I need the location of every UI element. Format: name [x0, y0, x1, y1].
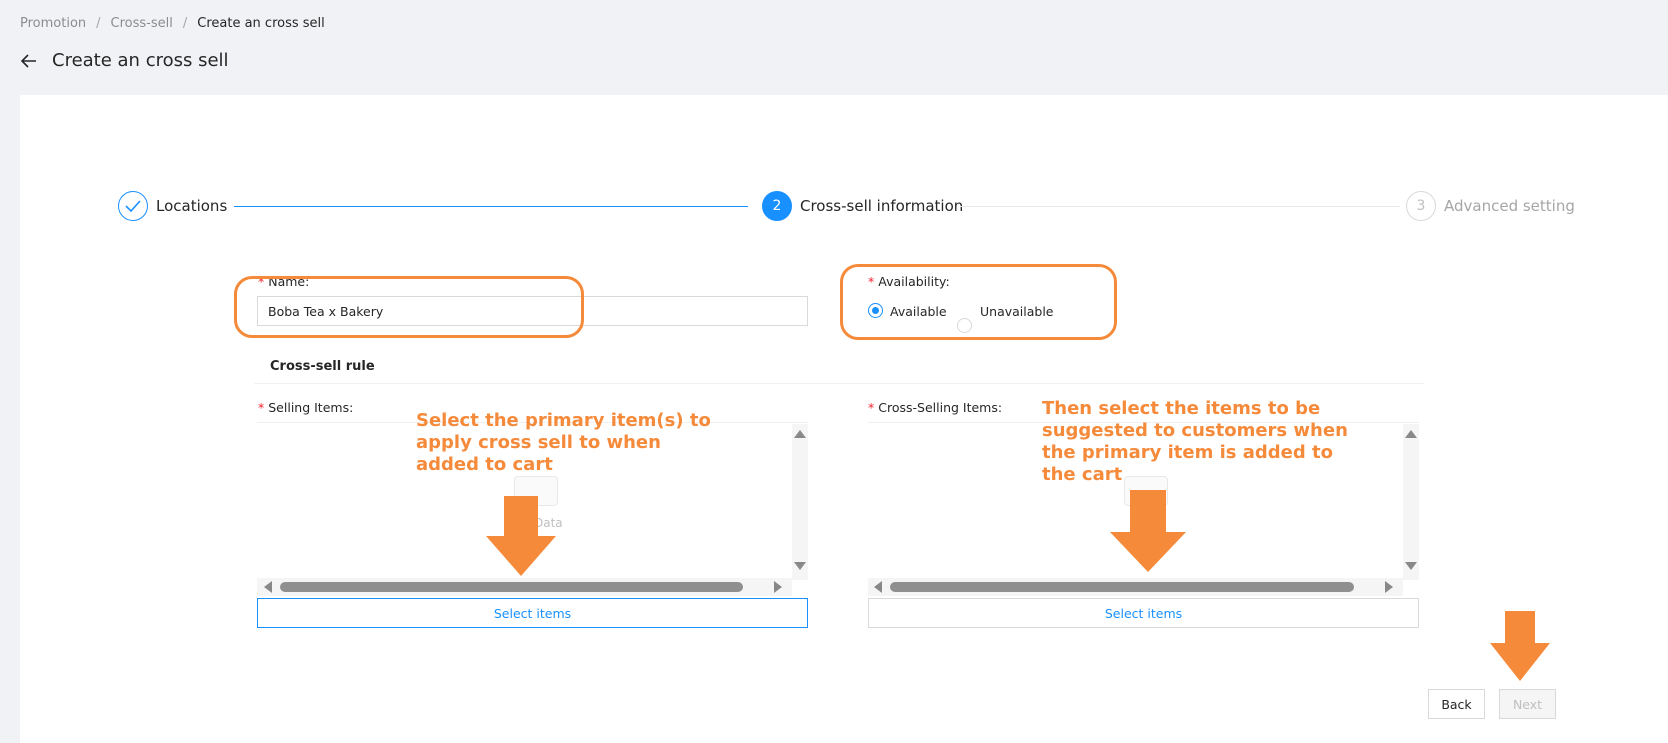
cross-sell-rule-title: Cross-sell rule: [270, 359, 375, 374]
step-locations-check-icon: [118, 191, 148, 221]
step-connector: [960, 206, 1400, 207]
step-advanced-label: Advanced setting: [1444, 197, 1575, 215]
cross-selling-items-label: * Cross-Selling Items:: [868, 400, 1003, 415]
page-header: Create an cross sell: [20, 50, 229, 71]
step-connector: [234, 206, 748, 207]
back-button[interactable]: Back: [1428, 689, 1485, 719]
section-divider: [254, 383, 1424, 384]
required-marker: *: [258, 400, 265, 415]
scroll-left-icon[interactable]: [264, 581, 272, 593]
step-advanced-number: 3: [1406, 191, 1436, 221]
scroll-left-icon[interactable]: [874, 581, 882, 593]
breadcrumb-current: Create an cross sell: [197, 16, 325, 31]
breadcrumb-separator: /: [182, 16, 188, 31]
select-cross-selling-items-button[interactable]: Select items: [868, 598, 1419, 628]
select-selling-items-button[interactable]: Select items: [257, 598, 808, 628]
scroll-down-icon[interactable]: [1405, 562, 1417, 570]
scroll-right-icon[interactable]: [774, 581, 782, 593]
scroll-right-icon[interactable]: [1385, 581, 1393, 593]
scroll-up-icon[interactable]: [794, 430, 806, 438]
breadcrumb-cross-sell[interactable]: Cross-sell: [111, 16, 173, 31]
annotation-down-arrow-icon: [1490, 611, 1550, 685]
horizontal-scroll-thumb[interactable]: [280, 582, 743, 592]
page-title: Create an cross sell: [52, 50, 229, 71]
breadcrumb-separator: /: [96, 16, 101, 31]
horizontal-scroll-thumb[interactable]: [890, 582, 1354, 592]
next-button[interactable]: Next: [1499, 689, 1556, 719]
selling-vertical-scrollbar[interactable]: [792, 424, 808, 580]
step-cross-sell-number: 2: [762, 191, 792, 221]
scroll-up-icon[interactable]: [1405, 430, 1417, 438]
step-cross-sell-label: Cross-sell information: [800, 197, 964, 215]
annotation-name-highlight: [234, 276, 584, 338]
back-arrow-icon[interactable]: [20, 52, 38, 70]
annotation-availability-highlight: [840, 264, 1117, 340]
annotation-down-arrow-icon: [1110, 490, 1186, 576]
required-marker: *: [868, 400, 875, 415]
breadcrumb: Promotion / Cross-sell / Create an cross…: [20, 16, 325, 31]
breadcrumb-promotion[interactable]: Promotion: [20, 16, 86, 31]
scroll-down-icon[interactable]: [794, 562, 806, 570]
annotation-down-arrow-icon: [486, 496, 556, 580]
selling-items-label: * Selling Items:: [258, 400, 354, 415]
annotation-right-text: Then select the items to be suggested to…: [1042, 398, 1348, 485]
step-locations-label: Locations: [156, 197, 228, 215]
cross-selling-vertical-scrollbar[interactable]: [1403, 424, 1419, 580]
annotation-left-text: Select the primary item(s) to apply cros…: [416, 410, 711, 475]
